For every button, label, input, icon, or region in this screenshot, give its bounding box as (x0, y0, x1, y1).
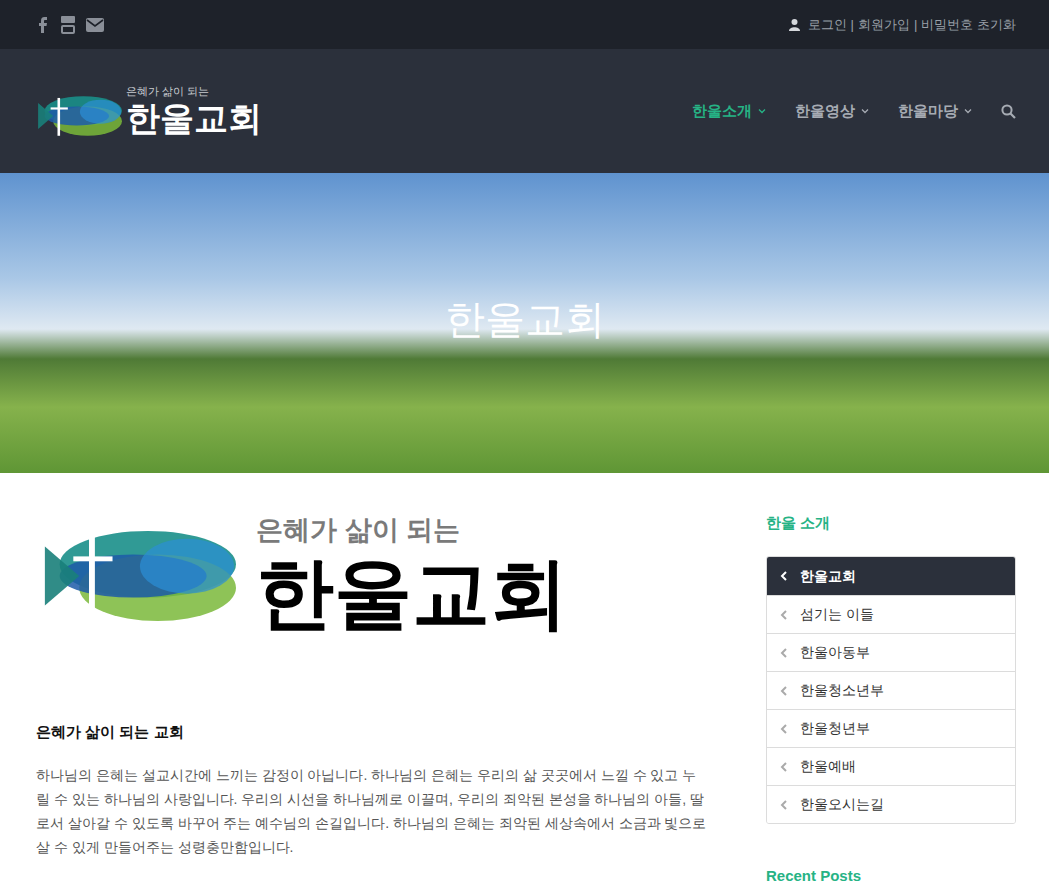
chevron-down-icon (860, 106, 870, 116)
sidebar-item[interactable]: 한울예배 (767, 747, 1015, 785)
content-logo-name: 한울교회 (256, 547, 568, 639)
fish-logo-icon (36, 94, 122, 138)
logo-text: 은혜가 삶이 되는한울교회 (126, 84, 262, 138)
chevron-down-icon (963, 106, 973, 116)
social-links (36, 16, 104, 34)
auth-link[interactable]: 비밀번호 초기화 (921, 15, 1016, 35)
separator: | (851, 15, 854, 35)
sidebar-item-label: 한울예배 (800, 756, 856, 777)
logo-tagline: 은혜가 삶이 되는 (126, 84, 262, 98)
sidebar-menu: 한울교회섬기는 이들한울아동부한울청소년부한울청년부한울예배한울오시는길 (766, 556, 1016, 824)
user-icon (789, 19, 800, 31)
chevron-down-icon (757, 106, 767, 116)
sidebar-item-label: 한울청년부 (800, 718, 870, 739)
sidebar: 한울 소개한울교회섬기는 이들한울아동부한울청소년부한울청년부한울예배한울오시는… (766, 513, 1016, 886)
chevron-left-icon (778, 685, 790, 697)
sidebar-item-label: 섬기는 이들 (800, 604, 874, 625)
content-logo-tagline: 은혜가 삶이 되는 (256, 513, 568, 547)
site-logo[interactable]: 은혜가 삶이 되는한울교회 (36, 84, 262, 138)
separator: | (914, 15, 917, 35)
sidebar-title: 한울 소개 (766, 513, 1016, 533)
nav-label: 한울마당 (898, 100, 958, 123)
nav-item[interactable]: 한울소개 (692, 100, 767, 123)
sidebar-item[interactable]: 섬기는 이들 (767, 595, 1015, 633)
auth-links: 로그인|회원가입|비밀번호 초기화 (789, 15, 1016, 35)
nav-item[interactable]: 한울영상 (795, 100, 870, 123)
chevron-left-icon (778, 647, 790, 659)
sidebar-item-label: 한울아동부 (800, 642, 870, 663)
sidebar-item[interactable]: 한울아동부 (767, 633, 1015, 671)
hero-banner: 한울교회 (0, 173, 1049, 473)
sidebar-item[interactable]: 한울청소년부 (767, 671, 1015, 709)
main-content: 은혜가 삶이 되는한울교회은혜가 삶이 되는 교회하나님의 은혜는 설교시간에 … (0, 473, 1049, 886)
article: 은혜가 삶이 되는한울교회은혜가 삶이 되는 교회하나님의 은혜는 설교시간에 … (36, 513, 710, 886)
sidebar-item[interactable]: 한울오시는길 (767, 785, 1015, 823)
fish-logo-icon (40, 524, 236, 628)
top-bar: 로그인|회원가입|비밀번호 초기화 (0, 0, 1049, 49)
recent-posts-title: Recent Posts (766, 866, 1016, 886)
article-heading: 은혜가 삶이 되는 교회 (36, 721, 710, 743)
sidebar-item[interactable]: 한울교회 (767, 557, 1015, 595)
chevron-left-icon (778, 723, 790, 735)
content-logo-text: 은혜가 삶이 되는한울교회 (256, 513, 568, 639)
auth-link[interactable]: 로그인 (808, 15, 847, 35)
nav-item[interactable]: 한울마당 (898, 100, 973, 123)
chevron-left-icon (778, 570, 790, 582)
logo-name: 한울교회 (126, 98, 262, 138)
chevron-left-icon (778, 761, 790, 773)
youtube-icon[interactable] (60, 16, 76, 34)
sidebar-item-label: 한울교회 (800, 566, 856, 587)
nav-label: 한울영상 (795, 100, 855, 123)
hero-title: 한울교회 (445, 294, 605, 352)
article-paragraph: 하나님의 은혜는 설교시간에 느끼는 감정이 아닙니다. 하나님의 은혜는 우리… (36, 763, 710, 859)
sidebar-item-label: 한울청소년부 (800, 680, 884, 701)
header: 은혜가 삶이 되는한울교회 한울소개 한울영상 한울마당 (0, 49, 1049, 173)
sidebar-item[interactable]: 한울청년부 (767, 709, 1015, 747)
email-icon[interactable] (86, 18, 104, 32)
nav-label: 한울소개 (692, 100, 752, 123)
chevron-left-icon (778, 609, 790, 621)
facebook-icon[interactable] (36, 17, 50, 33)
content-logo: 은혜가 삶이 되는한울교회 (36, 513, 710, 639)
sidebar-item-label: 한울오시는길 (800, 794, 884, 815)
main-nav: 한울소개 한울영상 한울마당 (692, 100, 1016, 123)
auth-link[interactable]: 회원가입 (858, 15, 910, 35)
chevron-left-icon (778, 799, 790, 811)
search-icon[interactable] (1001, 104, 1016, 119)
